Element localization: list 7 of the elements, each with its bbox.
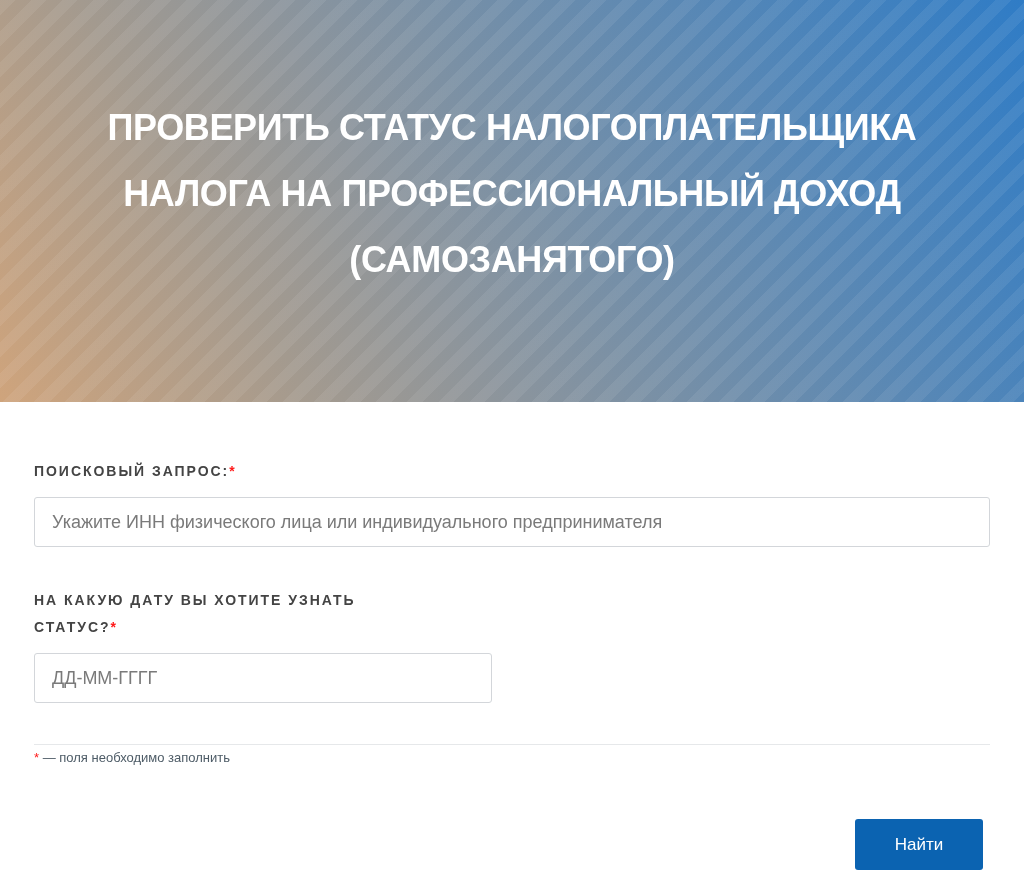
required-fields-note: * — поля необходимо заполнить [34, 749, 232, 767]
date-input[interactable]: ДД-ММ-ГГГГ [34, 653, 492, 703]
page-title: ПРОВЕРИТЬ СТАТУС НАЛОГОПЛАТЕЛЬЩИКА НАЛОГА НА ПРОФЕССИОНАЛЬНЫЙ ДОХОД (САМОЗАНЯТОГО) [106, 106, 918, 282]
field-label: НА КАКУЮ ДАТУ ВЫ ХОТИТЕ УЗНАТЬ СТАТУС?* [34, 591, 357, 637]
search-button[interactable]: Найти [855, 819, 983, 870]
inn-input[interactable]: Укажите ИНН физического лица или индивидуального предпринимателя [34, 497, 990, 547]
field-label: ПОИСКОВЫЙ ЗАПРОС:* [34, 461, 238, 481]
